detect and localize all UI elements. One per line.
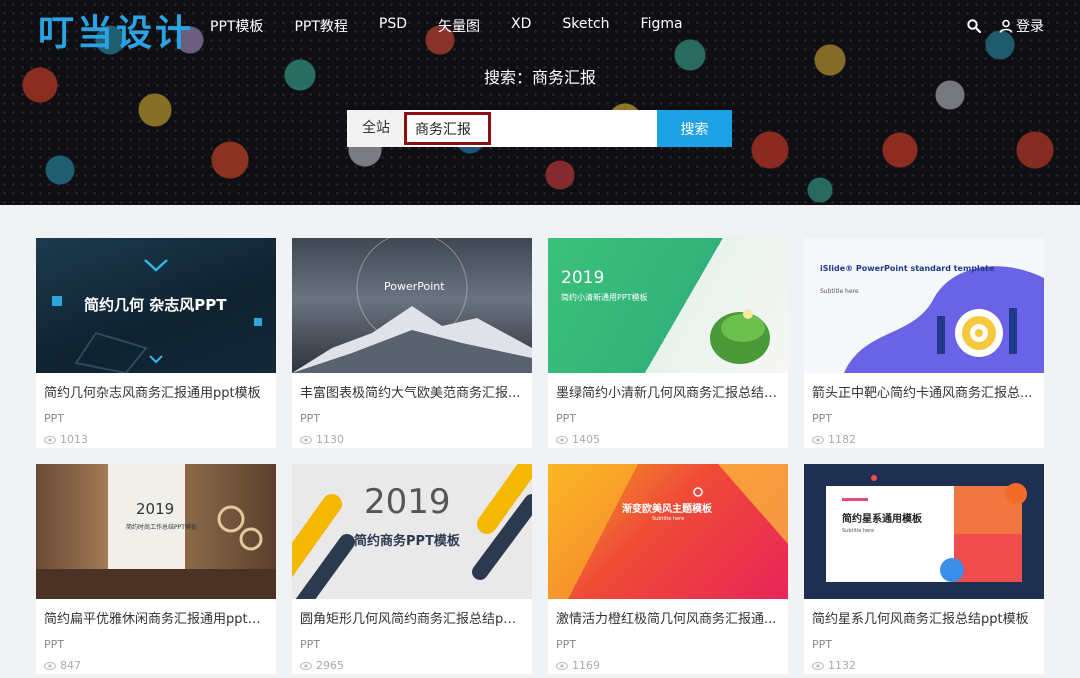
thumb-title: 渐变欧美风主题模板 [622,504,712,515]
card-views: 2965 [292,651,532,672]
thumb-subtitle: 简约商务PPT模板 [354,534,460,549]
card-category: PPT [556,638,576,651]
mountain-image [292,238,532,373]
template-card[interactable]: 简约星系通用模板 Subtitle here 简约星系几何风商务汇报总结ppt模… [804,464,1044,674]
card-views: 1169 [548,651,788,672]
thumb-title: 2019 [561,268,605,288]
thumb-subtitle: 简约时尚工作总结PPT模板 [126,524,197,531]
template-thumbnail[interactable]: 2019 简约小清新通用PPT模板 [548,238,788,373]
card-title[interactable]: 墨绿简约小清新几何风商务汇报总结p... [548,373,788,403]
thumb-title: PowerPoint [384,280,445,293]
galaxy-shapes [826,475,1027,582]
nav-ppt-templates[interactable]: PPT模板 [210,16,263,36]
nav-sketch[interactable]: Sketch [562,16,609,36]
template-thumbnail[interactable]: 简约几何 杂志风PPT [36,238,276,373]
site-logo[interactable]: 叮当设计 [38,4,194,56]
plant-cup-image [710,309,770,364]
template-thumbnail[interactable]: PowerPoint [292,238,532,373]
card-title[interactable]: 激情活力橙红极简几何风商务汇报通... [548,599,788,629]
template-thumbnail[interactable]: 渐变欧美风主题模板 Subtitle here [548,464,788,599]
card-title[interactable]: 简约星系几何风商务汇报总结ppt模板 [804,599,1044,629]
view-count: 1169 [572,659,600,672]
template-card[interactable]: 简约几何 杂志风PPT 简约几何杂志风商务汇报通用ppt模板 PPT 1013 [36,238,276,448]
card-views: 1013 [36,425,276,446]
template-card[interactable]: 2019 简约商务PPT模板 圆角矩形几何风简约商务汇报总结ppt... PPT… [292,464,532,674]
view-count: 1405 [572,433,600,446]
nav-vector[interactable]: 矢量图 [438,16,480,36]
template-card[interactable]: 2019 简约小清新通用PPT模板 墨绿简约小清新几何风商务汇报总结p... P… [548,238,788,448]
eye-icon [556,435,568,444]
card-category: PPT [556,412,576,425]
eye-icon [44,661,56,670]
search-bar: 全站 搜索 [347,110,732,147]
thumb-subtitle: Subtitle here [820,288,859,295]
thumb-subtitle: Subtitle here [842,528,875,534]
eye-icon [300,435,312,444]
template-grid: 简约几何 杂志风PPT 简约几何杂志风商务汇报通用ppt模板 PPT 1013 … [36,238,1044,674]
card-title[interactable]: 箭头正中靶心简约卡通风商务汇报总... [804,373,1044,403]
card-views: 1132 [804,651,1044,672]
eye-icon [44,435,56,444]
user-icon [999,19,1013,33]
interior-image [36,505,276,599]
card-views: 1130 [292,425,532,446]
search-scope-select[interactable]: 全站 [347,110,405,147]
template-thumbnail[interactable]: 2019 简约时尚工作总结PPT模板 [36,464,276,599]
view-count: 1132 [828,659,856,672]
eye-icon [812,435,824,444]
header-actions: 登录 [967,16,1044,36]
card-category: PPT [812,412,832,425]
card-title[interactable]: 简约扁平优雅休闲商务汇报通用ppt模板 [36,599,276,629]
template-card[interactable]: 渐变欧美风主题模板 Subtitle here 激情活力橙红极简几何风商务汇报通… [548,464,788,674]
view-count: 847 [60,659,81,672]
search-button[interactable]: 搜索 [657,110,732,147]
card-title[interactable]: 简约几何杂志风商务汇报通用ppt模板 [36,373,276,403]
view-count: 1013 [60,433,88,446]
thumb-title: 简约几何 杂志风PPT [84,296,227,314]
login-label: 登录 [1016,19,1044,35]
template-thumbnail[interactable]: 2019 简约商务PPT模板 [292,464,532,599]
main-nav: PPT模板 PPT教程 PSD 矢量图 XD Sketch Figma [210,16,714,36]
card-title[interactable]: 丰富图表极简约大气欧美范商务汇报... [292,373,532,403]
card-category: PPT [300,412,320,425]
card-category: PPT [300,638,320,651]
login-link[interactable]: 登录 [999,16,1044,36]
nav-figma[interactable]: Figma [641,16,683,36]
thumb-title: 2019 [136,500,175,518]
search-input[interactable] [405,110,657,147]
thumb-subtitle: Subtitle here [652,516,685,522]
search-result-title: 搜索：商务汇报 [483,68,596,87]
template-thumbnail[interactable]: 简约星系通用模板 Subtitle here [804,464,1044,599]
card-title[interactable]: 圆角矩形几何风简约商务汇报总结ppt... [292,599,532,629]
card-views: 1182 [804,425,1044,446]
card-views: 847 [36,651,276,672]
thumb-title: 2019 [364,482,451,522]
view-count: 1182 [828,433,856,446]
thumb-title: iSlide® PowerPoint standard template [820,264,995,273]
target-illustration [844,266,1044,373]
template-card[interactable]: PowerPoint 丰富图表极简约大气欧美范商务汇报... PPT 1130 [292,238,532,448]
nav-xd[interactable]: XD [511,16,531,36]
gradient-shapes [548,464,788,599]
nav-ppt-tutorials[interactable]: PPT教程 [294,16,347,36]
thumb-subtitle: 简约小清新通用PPT模板 [561,293,648,302]
card-category: PPT [44,412,64,425]
thumb-title: 简约星系通用模板 [842,514,922,525]
eye-icon [556,661,568,670]
card-category: PPT [812,638,832,651]
search-icon[interactable] [967,19,981,33]
card-views: 1405 [548,425,788,446]
view-count: 2965 [316,659,344,672]
eye-icon [812,661,824,670]
template-thumbnail[interactable]: iSlide® PowerPoint standard template Sub… [804,238,1044,373]
card-category: PPT [44,638,64,651]
template-card[interactable]: 2019 简约时尚工作总结PPT模板 简约扁平优雅休闲商务汇报通用ppt模板 P… [36,464,276,674]
eye-icon [300,661,312,670]
template-card[interactable]: iSlide® PowerPoint standard template Sub… [804,238,1044,448]
nav-psd[interactable]: PSD [379,16,407,36]
view-count: 1130 [316,433,344,446]
